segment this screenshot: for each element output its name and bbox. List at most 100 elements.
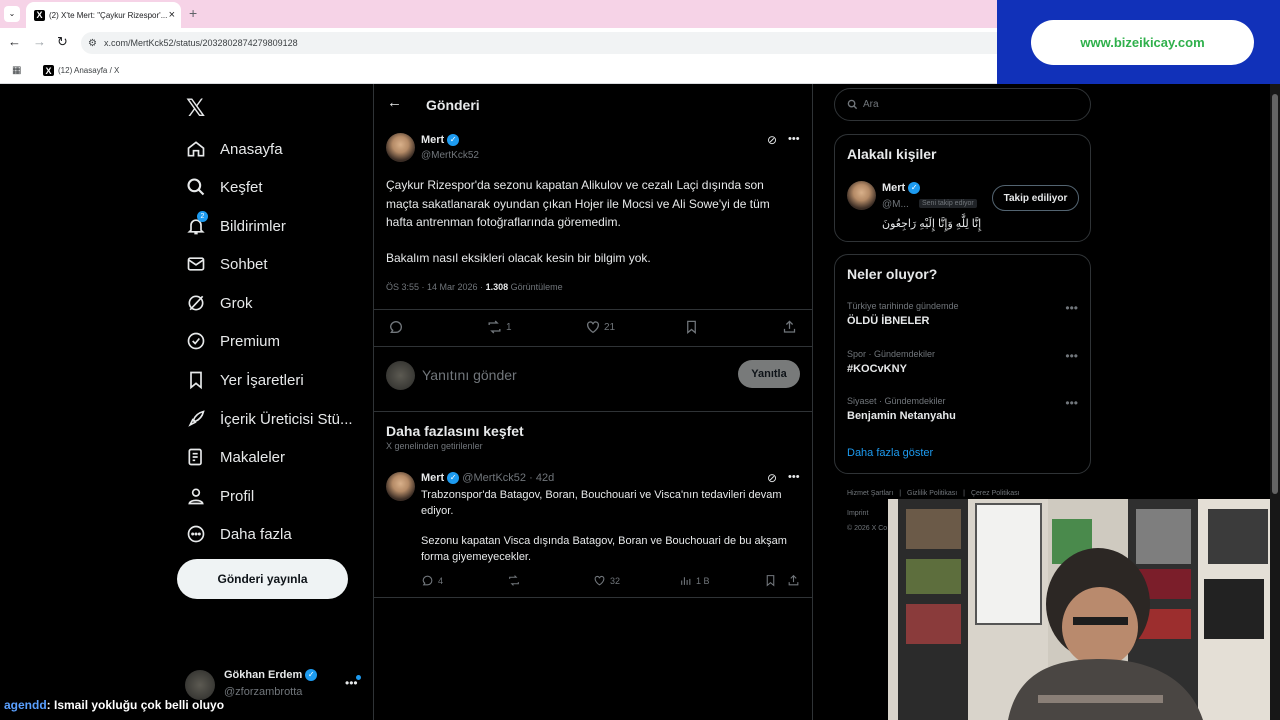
new-tab-button[interactable]: + (189, 5, 197, 21)
tab-list-button[interactable]: ⌄ (4, 6, 20, 22)
mail-icon (187, 257, 205, 271)
footer-link[interactable]: Çerez Politikası (971, 490, 1020, 497)
unread-dot (356, 675, 361, 680)
avatar[interactable] (386, 472, 415, 501)
trend-item[interactable]: Spor · Gündemdekiler #KOCvKNY ••• (835, 345, 1090, 385)
nav-label: Keşfet (220, 178, 263, 196)
person-icon (188, 488, 204, 505)
heart-icon (594, 575, 605, 586)
bookmarks-bar: ▦ X (12) Anasayfa / X (0, 57, 997, 84)
site-info-icon[interactable]: ⚙ (88, 38, 97, 49)
scrollbar-thumb[interactable] (1272, 94, 1278, 494)
trend-item[interactable]: Türkiye tarihinde gündemde ÖLDÜ İBNELER … (835, 297, 1090, 337)
nav-messages[interactable]: Sohbet (186, 251, 268, 277)
share-icon[interactable] (782, 319, 797, 340)
avatar[interactable] (847, 181, 876, 210)
nav-bookmarks[interactable]: Yer İşaretleri (186, 367, 304, 393)
nav-notifications[interactable]: Bildirimler 2 (186, 211, 286, 239)
nav-label: Anasayfa (220, 140, 283, 158)
scrollbar[interactable] (1270, 84, 1280, 720)
show-more-link[interactable]: Daha fazla göster (847, 447, 933, 459)
discover-title: Daha fazlasını keşfet (386, 423, 524, 439)
more-circle-icon (187, 525, 205, 543)
tweet-more-icon[interactable]: ••• (788, 133, 800, 145)
bookmark-item[interactable]: X (12) Anasayfa / X (43, 65, 119, 76)
nav-more[interactable]: Daha fazla (186, 521, 292, 547)
reply-icon[interactable] (388, 319, 404, 340)
tweet-age[interactable]: · 42d (529, 472, 554, 484)
trends-card: Neler oluyor? Türkiye tarihinde gündemde… (834, 254, 1091, 474)
grok-explain-icon[interactable]: ⊘ (767, 133, 777, 147)
footer-links: Hizmet Şartları | Gizlilik Politikası | … (847, 490, 1020, 497)
tweet-author-handle[interactable]: @MertKck52 (421, 150, 479, 161)
trend-name: Benjamin Netanyahu (847, 410, 956, 422)
reply-input[interactable]: Yanıtını gönder (422, 367, 517, 383)
search-box[interactable]: Ara (834, 88, 1091, 121)
tweet-author-handle[interactable]: @MertKck52 (462, 472, 526, 484)
retweet-count: 1 (506, 321, 512, 333)
bookmark-icon[interactable] (684, 319, 699, 340)
apps-grid-icon[interactable]: ▦ (12, 65, 21, 76)
x-favicon-icon: X (34, 9, 45, 21)
promo-link[interactable]: www.bizeikicay.com (1031, 20, 1254, 65)
retweet-button[interactable]: 1 (486, 319, 512, 335)
browser-tab-active[interactable]: X (2) X'te Mert: "Çaykur Rizespor'... × (26, 2, 181, 28)
search-input[interactable]: Ara (863, 99, 879, 110)
reply-button[interactable]: 4 (421, 574, 443, 587)
footer-link[interactable]: Gizlilik Politikası (907, 490, 957, 497)
tab-close-icon[interactable]: × (169, 9, 175, 21)
related-name[interactable]: Mert (882, 182, 905, 194)
following-button[interactable]: Takip ediliyor (992, 185, 1079, 211)
nav-premium[interactable]: Premium (186, 328, 280, 354)
tweet-timestamp[interactable]: ÖS 3:55 · 14 Mar 2026 · (386, 282, 483, 292)
heart-icon (587, 321, 599, 334)
forward-icon[interactable]: → (33, 34, 46, 49)
verified-icon: ✓ (447, 472, 460, 485)
bookmark-icon[interactable] (764, 574, 777, 592)
x-logo-icon[interactable]: 𝕏 (186, 94, 205, 123)
grok-explain-icon[interactable]: ⊘ (767, 471, 777, 485)
like-button[interactable]: 21 (585, 319, 615, 335)
views-count: 1 B (696, 575, 710, 586)
nav-label: Yer İşaretleri (220, 371, 304, 389)
avatar[interactable] (386, 133, 415, 162)
footer-link[interactable]: Hizmet Şartları (847, 490, 893, 497)
footer-copyright: © 2026 X Co (847, 525, 888, 532)
views-button[interactable]: 1 B (679, 574, 710, 587)
bookmark-label: (12) Anasayfa / X (58, 66, 120, 75)
post-button[interactable]: Gönderi yayınla (177, 559, 348, 599)
nav-home[interactable]: Anasayfa (186, 136, 283, 162)
back-arrow-icon[interactable]: ← (387, 94, 402, 111)
tweet-author-name[interactable]: Mert (421, 134, 444, 146)
more-dots-icon[interactable]: ••• (1065, 349, 1078, 363)
related-handle[interactable]: @M... (882, 199, 909, 210)
nav-grok[interactable]: Grok (186, 290, 253, 316)
browser-tab-strip: ⌄ X (2) X'te Mert: "Çaykur Rizespor'... … (0, 0, 997, 28)
like-count: 21 (604, 321, 616, 333)
url-field[interactable]: ⚙ x.com/MertKck52/status/203280287427980… (81, 32, 997, 54)
like-button[interactable]: 32 (593, 574, 620, 587)
retweet-icon[interactable] (507, 574, 521, 592)
tweet-text: Bakalım nasıl eksikleri olacak kesin bir… (386, 251, 651, 265)
divider (374, 309, 812, 310)
tweet-author-name[interactable]: Mert (421, 472, 444, 484)
divider (374, 346, 812, 347)
tweet-more-icon[interactable]: ••• (788, 471, 800, 483)
footer-link[interactable]: Imprint (847, 510, 868, 517)
more-dots-icon[interactable]: ••• (1065, 301, 1078, 315)
share-icon[interactable] (787, 574, 800, 592)
trend-name: ÖLDÜ İBNELER (847, 315, 930, 327)
reply-submit-button[interactable]: Yanıtla (738, 360, 800, 388)
reload-icon[interactable]: ↻ (57, 34, 68, 50)
chat-message: : Ismail yokluğu çok belli oluyo (46, 698, 225, 712)
nav-creator-studio[interactable]: İçerik Üreticisi Stü... (186, 406, 353, 432)
promo-banner: www.bizeikicay.com (997, 0, 1280, 84)
article-icon (188, 448, 202, 466)
more-dots-icon[interactable]: ••• (1065, 396, 1078, 410)
trend-item[interactable]: Siyaset · Gündemdekiler Benjamin Netanya… (835, 392, 1090, 432)
nav-profile[interactable]: Profil (186, 483, 254, 509)
nav-explore[interactable]: Keşfet (186, 174, 263, 200)
back-icon[interactable]: ← (8, 34, 21, 49)
nav-articles[interactable]: Makaleler (186, 444, 285, 470)
divider (374, 411, 812, 412)
